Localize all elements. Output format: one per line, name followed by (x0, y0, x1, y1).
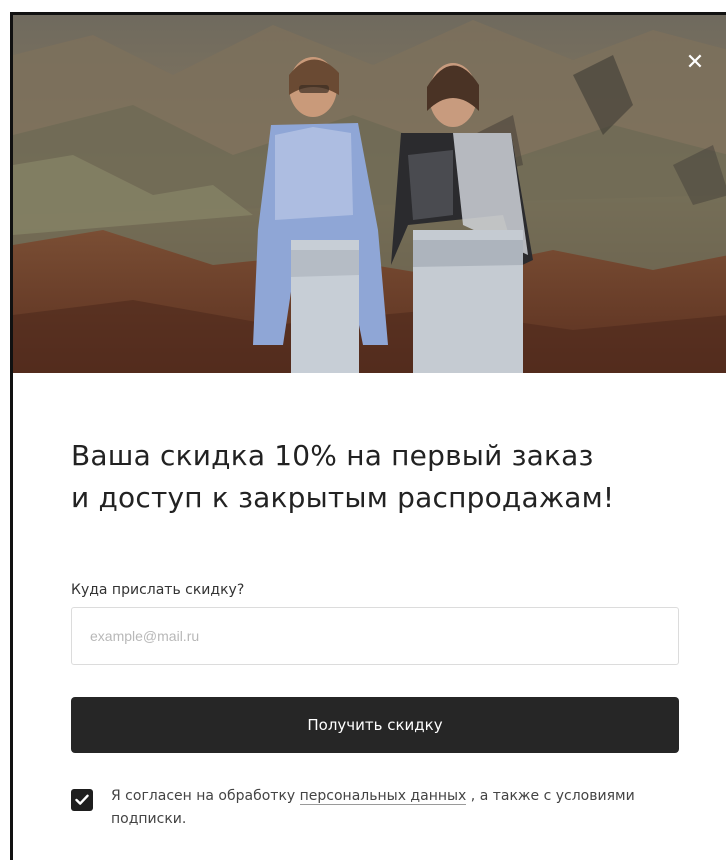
headline-line-1: Ваша скидка 10% на первый заказ (71, 439, 594, 472)
email-field[interactable] (71, 607, 679, 665)
subscription-modal: ✕ Ваша скидка 10% на первый заказ и дост… (10, 12, 726, 860)
consent-text-before: Я согласен на обработку (111, 788, 300, 804)
get-discount-button[interactable]: Получить скидку (71, 697, 679, 753)
consent-text: Я согласен на обработку персональных дан… (111, 785, 691, 831)
checkmark-icon (75, 794, 89, 805)
close-icon[interactable]: ✕ (683, 51, 707, 75)
personal-data-link[interactable]: персональных данных (299, 788, 467, 805)
modal-content: Ваша скидка 10% на первый заказ и доступ… (71, 435, 691, 827)
email-prompt-label: Куда прислать скидку? (71, 582, 245, 598)
headline: Ваша скидка 10% на первый заказ и доступ… (71, 435, 691, 519)
hero-image: ✕ (13, 15, 726, 373)
consent-checkbox[interactable] (71, 789, 93, 811)
headline-line-2: и доступ к закрытым распродажам! (71, 481, 615, 514)
